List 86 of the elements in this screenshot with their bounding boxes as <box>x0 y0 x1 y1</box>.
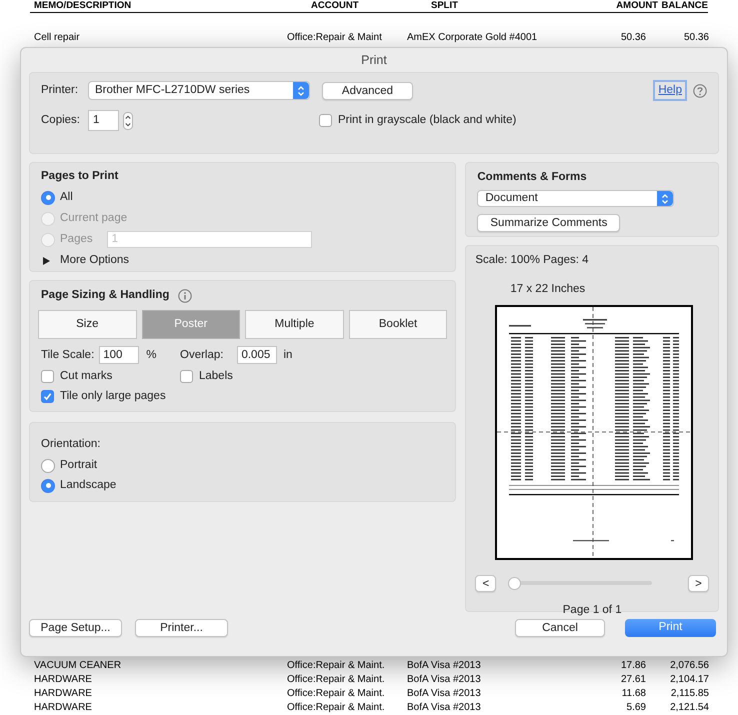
checkmark-icon <box>43 392 52 401</box>
checkbox-label: Labels <box>199 368 233 384</box>
slider-thumb[interactable] <box>508 576 522 590</box>
balance-text: 50.36 <box>682 32 709 44</box>
account-text: Office:Repair & Maint. <box>287 688 386 700</box>
up-down-arrows-icon <box>297 84 305 97</box>
account-text: Office:Repair & Maint <box>287 32 383 44</box>
column-header: BALANCE <box>660 0 708 12</box>
unit-label: % <box>146 348 156 363</box>
page-indicator: Page 1 of 1 <box>562 602 622 618</box>
checkbox-label: Cut marks <box>60 368 112 384</box>
column-header: SPLIT <box>431 0 459 12</box>
window-title: Print <box>361 52 387 69</box>
section-title: Comments & Forms <box>477 170 588 185</box>
section-title: Orientation: <box>41 437 102 452</box>
help-link[interactable]: Help <box>653 80 687 102</box>
radio-button[interactable] <box>41 478 55 493</box>
account-text: Office:Repair & Maint. <box>287 702 386 714</box>
amount-text: 27.61 <box>620 674 646 686</box>
mode-tab[interactable]: Booklet <box>348 310 448 340</box>
split-text: AmEX Corporate Gold #4001 <box>407 32 538 44</box>
overlap-label: Overlap: <box>180 348 224 363</box>
split-text: BofA Visa #2013 <box>407 702 482 714</box>
memo-text: Cell repair <box>33 32 81 44</box>
comments-dropdown[interactable]: Document <box>477 190 674 208</box>
radio-label: Landscape <box>60 478 116 494</box>
radio-button[interactable] <box>41 458 55 473</box>
split-text: BofA Visa #2013 <box>407 688 482 700</box>
previous-page-button[interactable]: < <box>475 574 496 592</box>
radio-label: All <box>60 190 73 206</box>
scale-info: Scale: 100% Pages: 4 <box>475 253 590 268</box>
copies-field[interactable]: 1 <box>88 110 119 132</box>
printer-label: Printer: <box>41 83 80 98</box>
info-icon[interactable] <box>178 288 192 303</box>
page-slider[interactable] <box>508 576 652 590</box>
checkbox[interactable] <box>41 370 54 383</box>
split-text: BofA Visa #2013 <box>407 674 482 686</box>
advanced-button[interactable]: Advanced <box>322 82 413 100</box>
next-page-button[interactable]: > <box>688 574 709 592</box>
radio-label: Current page <box>60 211 128 226</box>
balance-text: 2,121.54 <box>669 702 709 714</box>
radio-label: Portrait <box>60 458 98 474</box>
section-title: Page Sizing & Handling <box>41 288 170 303</box>
section-title: Pages to Print <box>41 169 120 184</box>
disclosure-triangle-icon[interactable] <box>43 256 50 265</box>
amount-text: 11.68 <box>620 688 646 700</box>
balance-text: 2,104.17 <box>669 674 709 686</box>
amount-text: 5.69 <box>626 702 646 714</box>
unit-label: in <box>283 348 292 363</box>
balance-text: 2,076.56 <box>669 660 709 672</box>
radio-button[interactable] <box>41 190 55 205</box>
cancel-button[interactable]: Cancel <box>515 619 605 637</box>
help-icon[interactable] <box>693 84 707 98</box>
split-text: BofA Visa #2013 <box>407 660 482 672</box>
memo-text: HARDWARE <box>33 688 93 700</box>
stepper-icon[interactable] <box>123 112 133 130</box>
account-text: Office:Repair & Maint. <box>287 660 386 672</box>
up-down-arrows-icon <box>661 192 670 205</box>
account-text: Office:Repair & Maint. <box>287 674 386 686</box>
copies-label: Copies: <box>41 113 81 128</box>
balance-text: 2,115.85 <box>670 688 709 700</box>
amount-text: 50.36 <box>620 32 646 44</box>
column-header: ACCOUNT <box>311 0 360 12</box>
paper-size-label: 17 x 22 Inches <box>509 282 586 298</box>
mode-tab[interactable]: Size <box>38 310 137 340</box>
more-options-label[interactable]: More Options <box>60 252 130 270</box>
memo-text: HARDWARE <box>33 674 93 686</box>
footer-button[interactable]: Page Setup... <box>29 619 122 637</box>
summarize-comments-button[interactable]: Summarize Comments <box>477 214 620 232</box>
memo-text: VACUUM CEANER <box>33 660 122 672</box>
checkbox[interactable] <box>180 370 193 383</box>
radio-label: Pages <box>60 232 93 248</box>
printer-dropdown[interactable]: Brother MFC-L2710DW series <box>88 81 310 100</box>
column-header: AMOUNT <box>615 0 658 12</box>
amount-text: 17.86 <box>620 660 646 672</box>
overlap-field[interactable]: 0.005 <box>237 346 278 364</box>
mode-tab[interactable]: Multiple <box>245 310 344 340</box>
grayscale-label: Print in grayscale (black and white) <box>338 113 516 128</box>
checkbox-label: Tile only large pages <box>60 388 166 404</box>
column-header: MEMO/DESCRIPTION <box>33 0 132 12</box>
checkbox[interactable] <box>319 114 332 128</box>
checkbox[interactable] <box>41 390 54 403</box>
footer-button[interactable]: Printer... <box>135 619 228 637</box>
tile-scale-label: Tile Scale: <box>41 348 94 363</box>
tile-scale-field[interactable]: 100 <box>99 346 140 364</box>
memo-text: HARDWARE <box>33 702 93 714</box>
